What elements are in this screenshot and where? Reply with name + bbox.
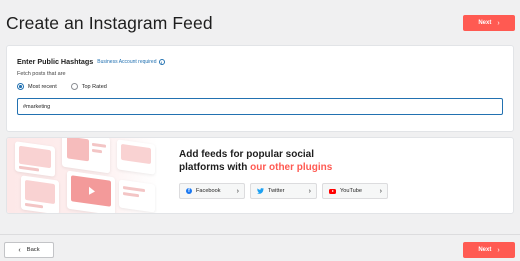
hashtags-heading: Enter Public Hashtags bbox=[17, 57, 94, 66]
twitter-label: Twitter bbox=[268, 188, 285, 194]
social-platform-buttons: f Facebook › Twitter › YouTube › bbox=[179, 183, 388, 199]
promo-illustration bbox=[7, 138, 157, 213]
chevron-right-icon: › bbox=[497, 246, 500, 254]
promo-heading-line1: Add feeds for popular social bbox=[179, 149, 315, 160]
back-button-label: Back bbox=[26, 247, 40, 253]
section-title: Enter Public Hashtags Business Account r… bbox=[17, 57, 165, 66]
play-icon bbox=[89, 186, 95, 196]
promo-heading: Add feeds for popular social platforms w… bbox=[179, 148, 389, 174]
radio-selected-icon[interactable] bbox=[17, 83, 24, 90]
facebook-label: Facebook bbox=[196, 188, 221, 194]
chevron-right-icon: › bbox=[236, 187, 239, 195]
chevron-right-icon: › bbox=[308, 187, 311, 195]
radio-most-recent[interactable]: Most recent bbox=[17, 83, 57, 90]
next-button-label: Next bbox=[478, 247, 492, 253]
youtube-button[interactable]: YouTube › bbox=[322, 183, 388, 199]
next-button-bottom[interactable]: Next › bbox=[463, 242, 515, 258]
twitter-button[interactable]: Twitter › bbox=[250, 183, 317, 199]
youtube-icon bbox=[329, 188, 336, 194]
next-button-label: Next bbox=[478, 20, 492, 26]
other-plugins-link[interactable]: our other plugins bbox=[250, 162, 332, 173]
other-plugins-promo: Add feeds for popular social platforms w… bbox=[6, 137, 514, 214]
fetch-options: Most recent Top Rated bbox=[17, 83, 107, 90]
info-icon[interactable]: i bbox=[158, 58, 165, 65]
chevron-left-icon: ‹ bbox=[18, 246, 21, 254]
page-title: Create an Instagram Feed bbox=[6, 13, 213, 33]
business-account-required-link[interactable]: Business Account required bbox=[97, 59, 156, 65]
radio-top-rated-label: Top Rated bbox=[81, 83, 107, 90]
hashtag-settings-card: Enter Public Hashtags Business Account r… bbox=[6, 45, 514, 132]
chevron-right-icon: › bbox=[379, 187, 382, 195]
youtube-label: YouTube bbox=[340, 188, 362, 194]
facebook-icon: f bbox=[186, 188, 192, 194]
promo-heading-line2: platforms with bbox=[179, 162, 251, 173]
radio-unselected-icon[interactable] bbox=[70, 83, 78, 90]
facebook-button[interactable]: f Facebook › bbox=[179, 183, 245, 199]
next-button-top[interactable]: Next › bbox=[463, 15, 515, 31]
fetch-posts-label: Fetch posts that are bbox=[17, 71, 66, 77]
hashtag-input[interactable] bbox=[17, 98, 503, 115]
chevron-right-icon: › bbox=[497, 19, 500, 27]
footer-bar bbox=[0, 234, 520, 261]
back-button[interactable]: ‹ Back bbox=[4, 242, 54, 258]
radio-top-rated[interactable]: Top Rated bbox=[70, 83, 107, 90]
radio-most-recent-label: Most recent bbox=[28, 83, 57, 90]
twitter-icon bbox=[257, 188, 264, 194]
